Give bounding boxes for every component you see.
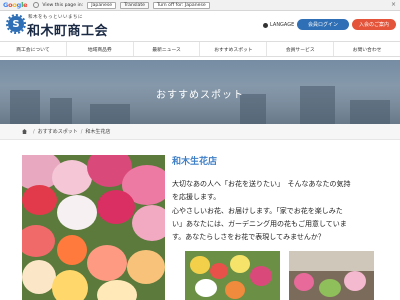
translate-bar: Google View this page in: Japanese Trans… (0, 0, 400, 11)
home-icon[interactable] (22, 129, 27, 134)
breadcrumb-separator: / (33, 128, 35, 135)
breadcrumb-item-current: 和木生花店 (85, 129, 111, 135)
description-line: を応援します。 (172, 193, 221, 202)
close-icon[interactable]: × (391, 1, 396, 8)
translate-button[interactable]: Translate (120, 1, 149, 9)
logo-icon[interactable]: S (6, 14, 26, 34)
breadcrumb-separator: / (80, 128, 83, 135)
nav-item-vouchers[interactable]: 地域商品券 (65, 42, 133, 56)
site-header: S 和木をもっといいまちに 和木町商工会 LANGAGE 会員ログイン 入会のご… (0, 12, 400, 39)
description-line: す。あなたらしさをお花で表現してみませんか？ (172, 233, 325, 242)
main-nav: 商工会について 地域商品券 最新ニュース おすすめスポット 会員サービス お問い… (0, 41, 400, 57)
language-label: LANGAGE (270, 22, 295, 28)
google-logo: Google (3, 1, 28, 9)
site-title[interactable]: 和木町商工会 (27, 20, 108, 39)
description-line: 心やさしいお花、お届けします。「家でお花を楽しみた (172, 206, 343, 215)
language-select[interactable]: Japanese (87, 1, 117, 9)
breadcrumb-item-spots[interactable]: おすすめスポット (38, 128, 78, 135)
nav-item-about[interactable]: 商工会について (0, 42, 66, 56)
nav-item-contact[interactable]: お問い合わせ (333, 42, 400, 56)
globe-icon (33, 2, 40, 8)
globe-icon (263, 22, 268, 28)
shop-description: 大切なあの人へ「お花を送りたい」 そんなあなたの気持 を応援します。 心やさしい… (172, 178, 397, 244)
hero-title: おすすめスポット (156, 90, 244, 101)
join-button[interactable]: 入会のご案内 (352, 19, 396, 30)
turn-off-button[interactable]: Turn off for: Japanese (152, 1, 210, 9)
description-line: 大切なあの人へ「お花を送りたい」 そんなあなたの気持 (172, 180, 351, 188)
shop-name-heading: 和木生花店 (172, 157, 218, 167)
shop-photo-storefront[interactable] (289, 251, 374, 300)
nav-item-news[interactable]: 最新ニュース (132, 42, 200, 56)
hero-banner: おすすめスポット (0, 60, 400, 124)
translate-prompt: View this page in: (42, 2, 84, 8)
shop-main-photo (22, 155, 165, 300)
language-switcher[interactable]: LANGAGE (263, 22, 294, 28)
nav-item-spots[interactable]: おすすめスポット (199, 42, 266, 56)
member-login-button[interactable]: 会員ログイン (297, 19, 349, 30)
breadcrumb: / おすすめスポット / 和木生花店 (0, 124, 400, 140)
shop-photo-flowers[interactable] (185, 251, 280, 300)
description-line: い」あなたには、ガーデニング用の花もご用意していま (172, 219, 347, 228)
nav-item-member-services[interactable]: 会員サービス (266, 42, 333, 56)
